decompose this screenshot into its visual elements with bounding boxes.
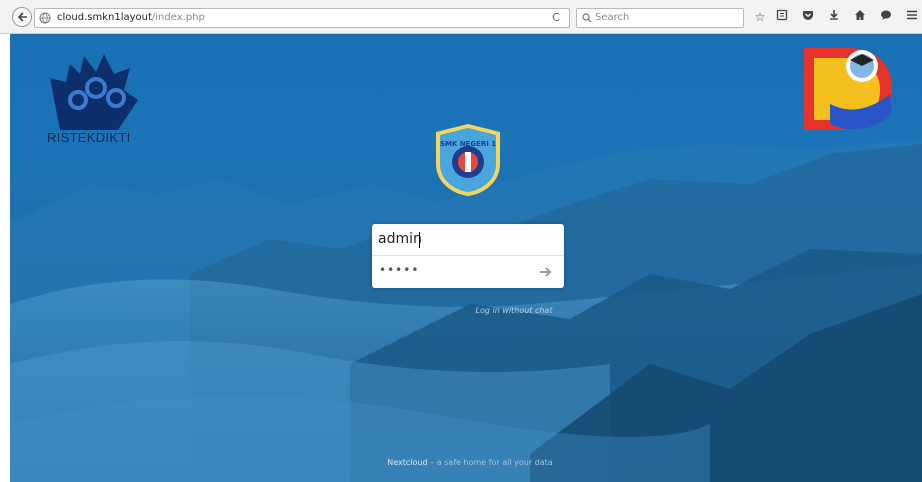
reload-icon[interactable]: C: [547, 11, 565, 25]
smk-negeri-1-logo: SMK NEGERI 1: [436, 124, 500, 196]
username-value: admin: [378, 231, 422, 247]
search-placeholder: Search: [595, 12, 630, 23]
reading-list-icon[interactable]: [774, 9, 790, 25]
star-icon[interactable]: ☆: [752, 9, 768, 25]
home-icon[interactable]: [852, 9, 868, 25]
pocket-icon[interactable]: [800, 9, 816, 25]
login-page: RISTEKDIKTI SMK NEGERI 1 admin ••••• Log…: [10, 34, 922, 482]
back-arrow-icon: [17, 12, 27, 22]
footer: Nextcloud – a safe home for all your dat…: [310, 458, 630, 467]
search-icon: [582, 13, 592, 23]
smk-logo-text: SMK NEGERI 1: [440, 140, 496, 148]
download-icon[interactable]: [826, 9, 842, 25]
url-bar[interactable]: cloud.smkn1layout/index.php C: [34, 8, 570, 28]
ristekdikti-label: RISTEKDIKTI: [47, 130, 131, 145]
password-input[interactable]: •••••: [372, 256, 564, 288]
site-info-icon[interactable]: [39, 12, 51, 24]
browser-toolbar: cloud.smkn1layout/index.php C Search ☆: [0, 0, 922, 34]
search-input[interactable]: Search: [576, 8, 744, 28]
school-d-logo: [804, 48, 892, 130]
login-form: admin •••••: [372, 224, 564, 288]
username-input[interactable]: admin: [372, 224, 564, 256]
password-mask: •••••: [379, 263, 420, 277]
back-button[interactable]: [12, 7, 32, 27]
log-in-without-chat-link[interactable]: Log in without chat: [430, 306, 598, 315]
nextcloud-link[interactable]: Nextcloud: [387, 458, 427, 467]
footer-tagline: – a safe home for all your data: [427, 458, 553, 467]
submit-arrow-icon[interactable]: [538, 264, 554, 280]
url-text: cloud.smkn1layout/index.php: [57, 12, 205, 23]
menu-icon[interactable]: [904, 9, 920, 25]
text-cursor: [419, 232, 420, 248]
chat-icon[interactable]: [878, 9, 894, 25]
